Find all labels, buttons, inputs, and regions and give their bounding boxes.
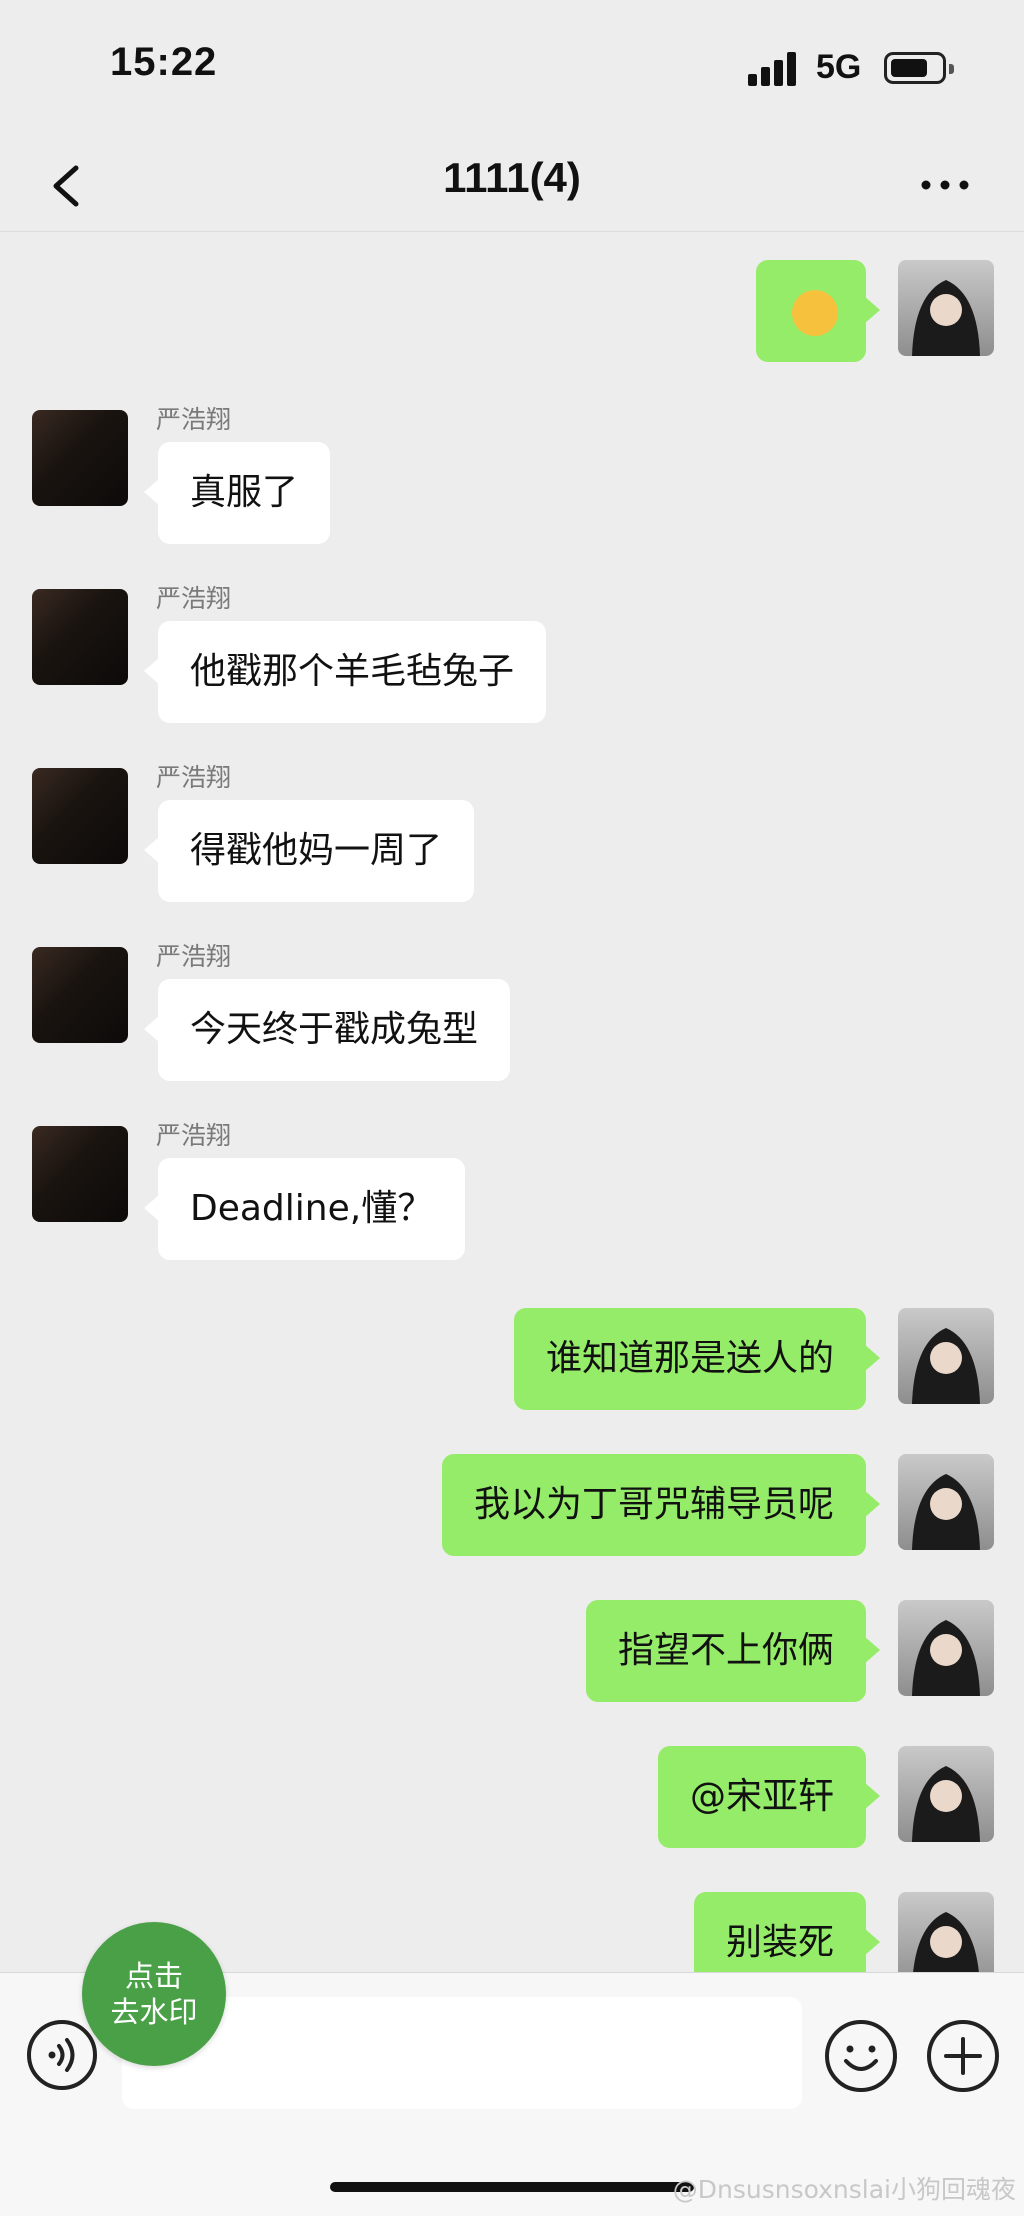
status-bar: 15:22 5G: [0, 0, 1024, 140]
message-bubble[interactable]: Deadline,懂？: [143, 1158, 466, 1260]
plus-icon[interactable]: [926, 2019, 1000, 2093]
sender-name: 严浩翔: [156, 942, 232, 971]
chat-title: 1111(4): [443, 154, 581, 201]
my-avatar[interactable]: [898, 1308, 994, 1404]
emoji-icon[interactable]: [824, 2019, 898, 2093]
my-avatar[interactable]: [898, 1746, 994, 1842]
credit-watermark: @Dnsusnsoxnslai小狗回魂夜: [672, 2175, 1016, 2204]
nav-bar: 1111(4): [0, 140, 1024, 232]
sender-avatar[interactable]: [32, 410, 128, 506]
message-bubble[interactable]: 别装死: [693, 1892, 881, 1972]
sender-name: 严浩翔: [156, 1121, 232, 1150]
message-bubble[interactable]: @宋亚轩: [657, 1746, 881, 1848]
message-bubble[interactable]: 今天终于戳成兔型: [143, 979, 511, 1081]
sender-name: 严浩翔: [156, 763, 232, 792]
message-bubble[interactable]: 谁知道那是送人的: [513, 1308, 881, 1410]
sender-avatar[interactable]: [32, 1126, 128, 1222]
network-type: 5G: [816, 48, 862, 86]
my-avatar[interactable]: [898, 1600, 994, 1696]
signal-icon: [748, 52, 800, 86]
sender-name: 严浩翔: [156, 584, 232, 613]
message-bubble[interactable]: 他戳那个羊毛毡兔子: [143, 621, 547, 723]
sender-avatar[interactable]: [32, 768, 128, 864]
status-time: 15:22: [110, 40, 218, 84]
message-bubble[interactable]: 指望不上你俩: [585, 1600, 881, 1702]
sender-avatar[interactable]: [32, 589, 128, 685]
remove-watermark-button[interactable]: 点击 去水印: [82, 1922, 226, 2066]
emoji-sticker-icon: [792, 290, 838, 336]
message-bubble[interactable]: 真服了: [143, 442, 331, 544]
home-indicator: [330, 2182, 694, 2192]
watermark-label-line2: 去水印: [110, 1995, 198, 2029]
sender-avatar[interactable]: [32, 947, 128, 1043]
battery-icon: [884, 52, 954, 84]
sender-name: 严浩翔: [156, 405, 232, 434]
more-icon[interactable]: [918, 170, 972, 200]
chat-area[interactable]: 严浩翔 真服了 严浩翔 他戳那个羊毛毡兔子 严浩翔 得戳他妈一周了 严浩翔 今天…: [0, 232, 1024, 1972]
message-bubble-sticker[interactable]: [756, 260, 880, 362]
watermark-label-line1: 点击: [124, 1959, 183, 1993]
my-avatar[interactable]: [898, 1454, 994, 1550]
message-bubble[interactable]: 得戳他妈一周了: [143, 800, 475, 902]
my-avatar[interactable]: [898, 260, 994, 356]
my-avatar[interactable]: [898, 1892, 994, 1972]
message-bubble[interactable]: 我以为丁哥咒辅导员呢: [441, 1454, 881, 1556]
